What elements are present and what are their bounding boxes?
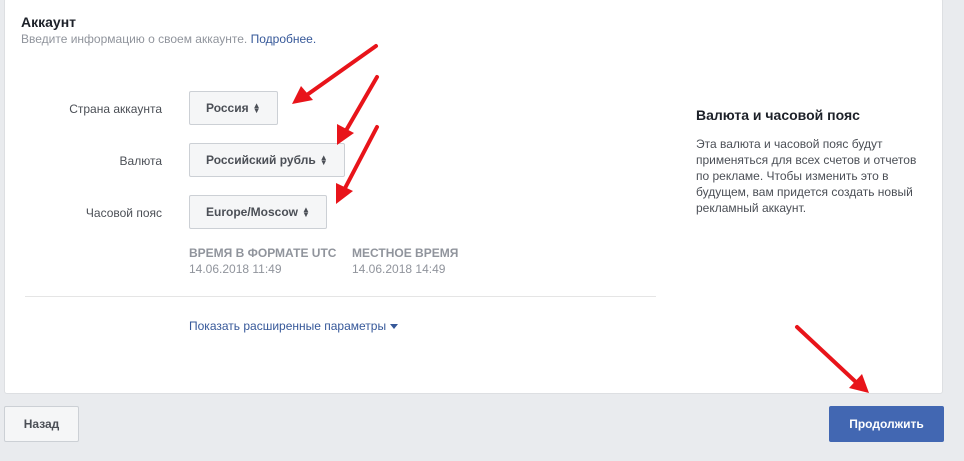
utc-time-block: ВРЕМЯ В ФОРМАТЕ UTC 14.06.2018 11:49 bbox=[189, 246, 336, 276]
currency-select[interactable]: Российский рубль ▲ ▼ bbox=[189, 143, 345, 177]
section-subtitle: Введите информацию о своем аккаунте. Под… bbox=[21, 32, 316, 46]
timezone-select-value: Europe/Moscow bbox=[206, 205, 299, 219]
timezone-select[interactable]: Europe/Moscow ▲ ▼ bbox=[189, 195, 327, 229]
account-settings-card: Аккаунт Введите информацию о своем аккау… bbox=[4, 0, 943, 394]
subtitle-text: Введите информацию о своем аккаунте. bbox=[21, 32, 248, 46]
continue-button[interactable]: Продолжить bbox=[829, 406, 944, 442]
utc-time-label: ВРЕМЯ В ФОРМАТЕ UTC bbox=[189, 246, 337, 260]
currency-label: Валюта bbox=[119, 154, 162, 168]
divider bbox=[25, 296, 656, 297]
local-time-value: 14.06.2018 14:49 bbox=[352, 262, 446, 276]
sort-caret-icon: ▲ ▼ bbox=[252, 101, 261, 115]
country-label: Страна аккаунта bbox=[69, 102, 162, 116]
utc-time-value: 14.06.2018 11:49 bbox=[189, 262, 282, 276]
back-button[interactable]: Назад bbox=[4, 406, 79, 442]
more-info-link[interactable]: Подробнее. bbox=[251, 32, 317, 46]
section-title: Аккаунт bbox=[21, 14, 77, 30]
triangle-down-icon bbox=[390, 324, 399, 330]
currency-select-value: Российский рубль bbox=[206, 153, 316, 167]
local-time-label: МЕСТНОЕ ВРЕМЯ bbox=[352, 246, 459, 260]
country-select[interactable]: Россия ▲ ▼ bbox=[189, 91, 278, 125]
sort-caret-icon: ▲ ▼ bbox=[302, 205, 310, 219]
sort-caret-icon: ▲ ▼ bbox=[319, 153, 328, 167]
sidebar-text: Эта валюта и часовой пояс будут применят… bbox=[696, 137, 917, 215]
sidebar-title: Валюта и часовой пояс bbox=[696, 107, 860, 123]
advanced-link-label: Показать расширенные параметры bbox=[189, 319, 387, 333]
show-advanced-options-link[interactable]: Показать расширенные параметры bbox=[189, 319, 399, 333]
local-time-block: МЕСТНОЕ ВРЕМЯ 14.06.2018 14:49 bbox=[352, 246, 458, 276]
timezone-label: Часовой пояс bbox=[85, 206, 162, 220]
country-select-value: Россия bbox=[206, 101, 249, 115]
